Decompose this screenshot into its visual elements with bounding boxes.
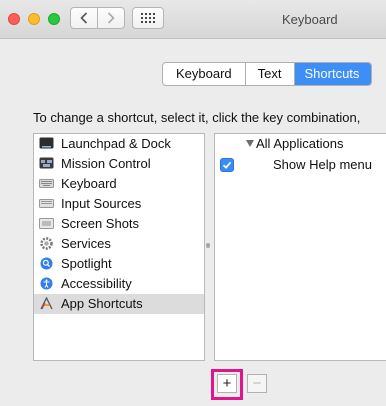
group-label: All Applications [256, 136, 344, 151]
chevron-right-icon [107, 12, 115, 24]
back-button[interactable] [70, 7, 98, 29]
add-button-highlight-box [211, 369, 243, 400]
window-title: Keyboard [282, 12, 338, 27]
launchpad-dock-icon [39, 137, 54, 149]
category-launchpad-dock[interactable]: Launchpad & Dock [34, 134, 204, 154]
category-services[interactable]: Services [34, 234, 204, 254]
zoom-window-button[interactable] [48, 13, 60, 25]
show-help-menu-checkbox[interactable] [220, 158, 234, 172]
spotlight-icon [40, 257, 53, 270]
tab-bar: Keyboard Text Shortcuts [162, 62, 373, 86]
mission-control-icon [39, 157, 54, 169]
group-all-applications[interactable]: All Applications [246, 134, 343, 154]
minimize-window-button[interactable] [28, 13, 40, 25]
app-shortcuts-icon [40, 297, 53, 310]
tab-keyboard[interactable]: Keyboard [163, 63, 246, 85]
split-view-divider-handle[interactable] [206, 243, 210, 248]
category-list: Launchpad & Dock Mission Control Keyboar… [33, 133, 205, 361]
remove-shortcut-button[interactable]: − [247, 374, 267, 393]
shortcut-show-help-menu[interactable]: Show Help menu [273, 155, 372, 175]
category-spotlight[interactable]: Spotlight [34, 254, 204, 274]
input-sources-icon [39, 199, 54, 208]
chevron-left-icon [80, 12, 88, 24]
close-window-button[interactable] [8, 13, 20, 25]
tab-text[interactable]: Text [246, 63, 295, 85]
instruction-text: To change a shortcut, select it, click t… [33, 110, 361, 125]
checkmark-icon [222, 161, 232, 169]
disclosure-triangle-icon[interactable] [246, 140, 254, 147]
tab-shortcuts[interactable]: Shortcuts [294, 63, 372, 85]
category-input-sources[interactable]: Input Sources [34, 194, 204, 214]
title-bar: Keyboard [0, 0, 386, 39]
forward-button[interactable] [97, 7, 125, 29]
category-accessibility[interactable]: Accessibility [34, 274, 204, 294]
category-mission-control[interactable]: Mission Control [34, 154, 204, 174]
services-gear-icon [40, 237, 53, 250]
category-screen-shots[interactable]: Screen Shots [34, 214, 204, 234]
show-all-grid-icon [141, 13, 155, 23]
category-app-shortcuts[interactable]: App Shortcuts [34, 294, 204, 314]
show-all-button[interactable] [132, 7, 164, 29]
keyboard-icon [39, 179, 54, 188]
accessibility-icon [40, 277, 53, 290]
category-keyboard[interactable]: Keyboard [34, 174, 204, 194]
screen-shots-icon [39, 218, 54, 229]
shortcut-label: Show Help menu [273, 157, 372, 172]
